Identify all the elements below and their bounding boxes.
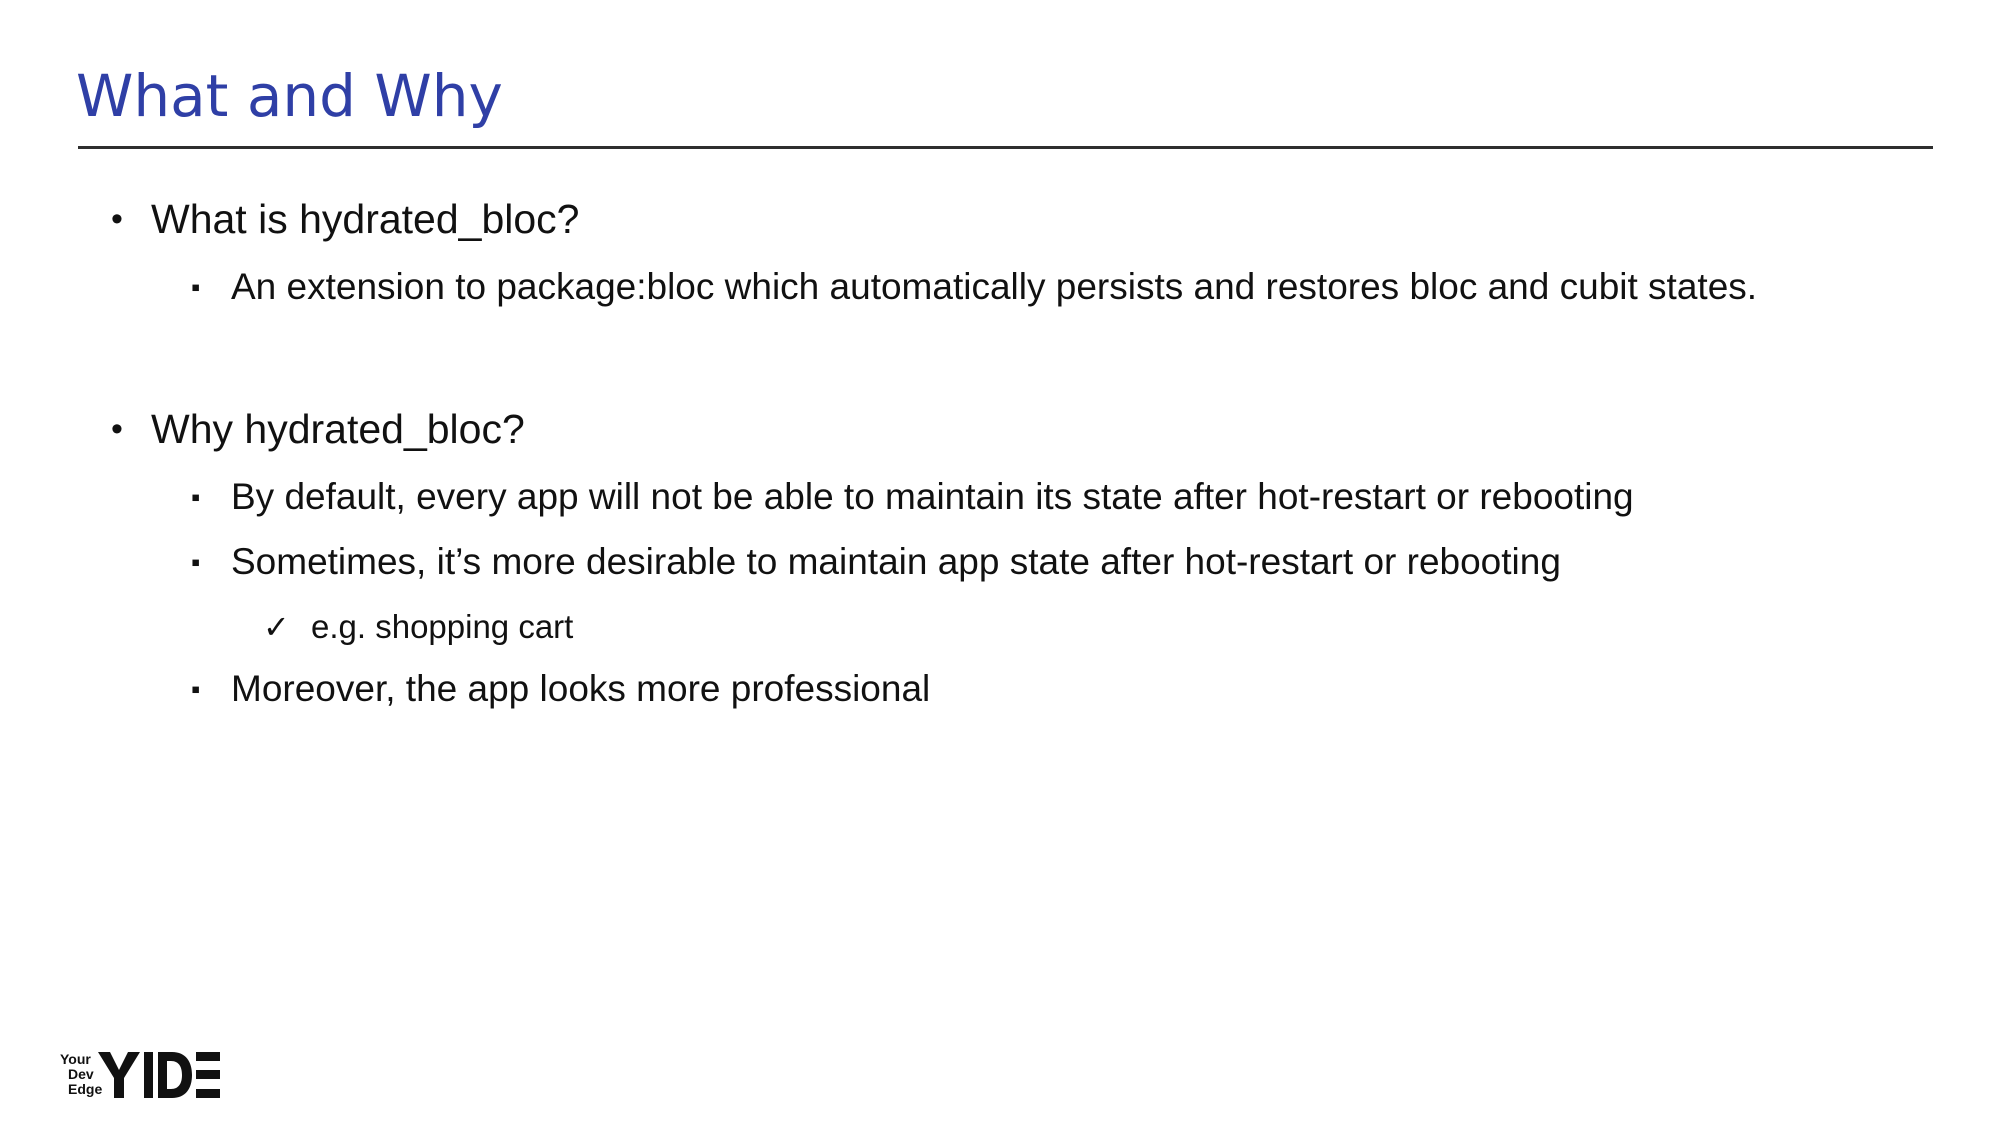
square-bullet-icon: ▪ (191, 674, 201, 704)
square-bullet-icon: ▪ (191, 272, 201, 302)
bullet-text: What is hydrated_bloc? (151, 196, 580, 242)
sub-bullet-text: By default, every app will not be able t… (231, 476, 1634, 517)
checkmark-icon: ✓ (263, 609, 290, 645)
sub-bullet-item: ▪ By default, every app will not be able… (191, 474, 1634, 520)
sub-bullet-text: Moreover, the app looks more professiona… (231, 668, 931, 709)
yide-logo-mark-icon (98, 1052, 220, 1098)
square-bullet-icon: ▪ (191, 482, 201, 512)
sub-sub-bullet-item: ✓ e.g. shopping cart (263, 606, 574, 648)
round-bullet-icon: • (111, 200, 123, 238)
title-divider (78, 146, 1933, 149)
logo-text-dev: Dev (68, 1066, 94, 1082)
sub-bullet-item: ▪ Sometimes, it’s more desirable to main… (191, 539, 1561, 585)
sub-bullet-item: ▪ Moreover, the app looks more professio… (191, 666, 931, 712)
bullet-item-why: • Why hydrated_bloc? (111, 404, 525, 454)
company-logo: Your Dev Edge (60, 1050, 220, 1100)
bullet-item-what: • What is hydrated_bloc? (111, 194, 580, 244)
bullet-text: Why hydrated_bloc? (151, 406, 525, 452)
logo-text-your: Your (60, 1051, 91, 1067)
sub-bullet-text: Sometimes, it’s more desirable to mainta… (231, 541, 1561, 582)
slide-title: What and Why (76, 62, 503, 130)
round-bullet-icon: • (111, 410, 123, 448)
sub-bullet-item: ▪ An extension to package:bloc which aut… (191, 264, 1758, 310)
sub-sub-bullet-text: e.g. shopping cart (311, 608, 574, 645)
sub-bullet-text: An extension to package:bloc which autom… (231, 266, 1758, 307)
square-bullet-icon: ▪ (191, 547, 201, 577)
